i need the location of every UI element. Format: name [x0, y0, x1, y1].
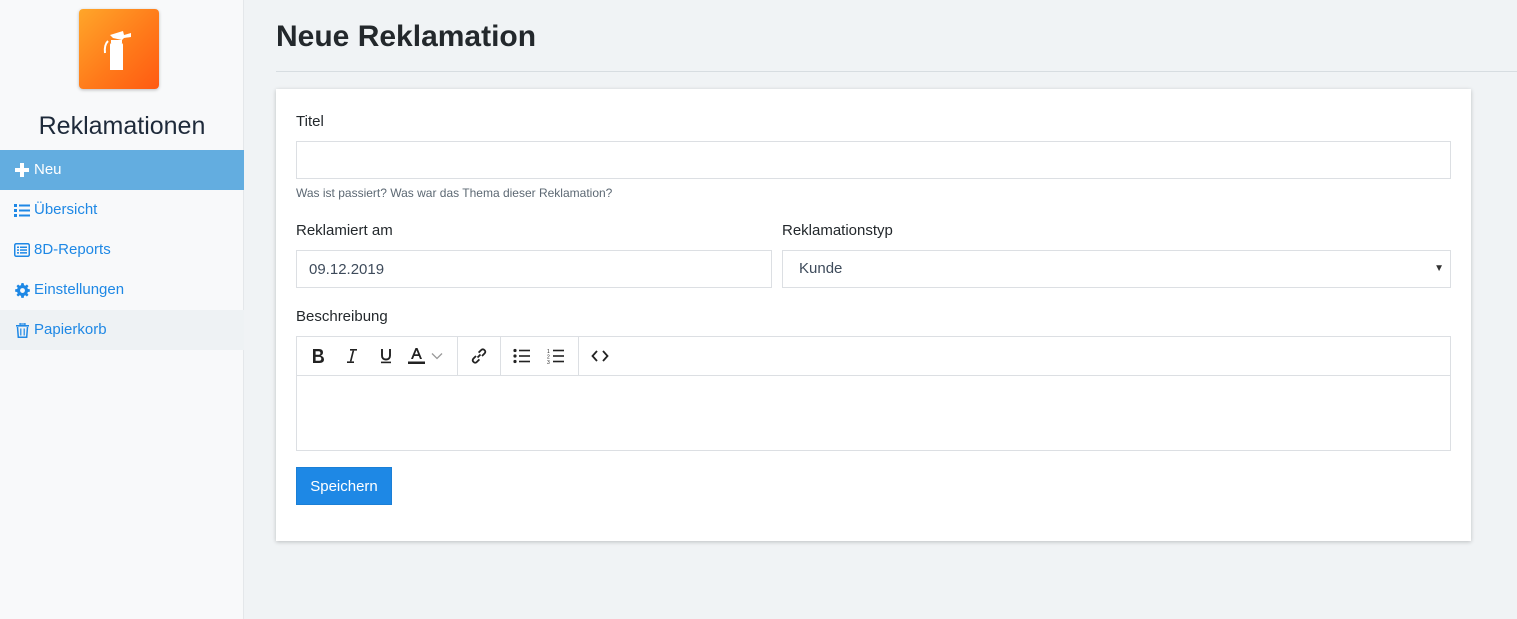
link-icon: [471, 348, 487, 364]
sidebar-item-label: 8D-Reports: [34, 241, 111, 258]
title-label: Titel: [296, 113, 324, 130]
title-divider: [276, 71, 1517, 72]
svg-text:3: 3: [547, 360, 550, 364]
bullet-list-icon: [513, 348, 530, 364]
sidebar-item-uebersicht[interactable]: Übersicht: [0, 190, 244, 230]
sidebar-item-einstellungen[interactable]: Einstellungen: [0, 270, 244, 310]
list-icon: [14, 202, 30, 218]
underline-icon: [381, 349, 391, 364]
save-button[interactable]: Speichern: [296, 467, 392, 505]
app-title: Reklamationen: [38, 112, 206, 140]
numbered-list-button[interactable]: 123: [544, 344, 568, 368]
font-color-button[interactable]: [407, 344, 451, 368]
editor-toolbar: 123: [297, 337, 1450, 376]
font-color-icon: [408, 348, 425, 364]
code-view-button[interactable]: [588, 344, 612, 368]
type-select[interactable]: Kunde ▼: [782, 250, 1451, 288]
list-alt-icon: [14, 242, 30, 258]
description-label: Beschreibung: [296, 308, 388, 325]
italic-button[interactable]: [340, 344, 364, 368]
sidebar-item-8d-reports[interactable]: 8D-Reports: [0, 230, 244, 270]
link-button[interactable]: [467, 344, 491, 368]
italic-icon: [347, 349, 357, 363]
toolbar-separator: [578, 337, 579, 375]
type-label: Reklamationstyp: [782, 222, 893, 239]
app-logo[interactable]: [79, 9, 159, 89]
bullet-list-button[interactable]: [510, 344, 534, 368]
date-input[interactable]: [296, 250, 772, 288]
sidebar-item-neu[interactable]: Neu: [0, 150, 244, 190]
bold-icon: [313, 349, 324, 363]
sidebar-item-label: Neu: [34, 161, 62, 178]
gear-icon: [14, 282, 30, 298]
title-help-text: Was ist passiert? Was war das Thema dies…: [296, 186, 613, 200]
trash-icon: [14, 322, 30, 338]
sidebar-item-label: Einstellungen: [34, 281, 125, 298]
page-title: Neue Reklamation: [276, 20, 537, 53]
complaint-form-card: Titel Was ist passiert? Was war das Them…: [276, 89, 1471, 541]
sidebar-item-papierkorb[interactable]: Papierkorb: [0, 310, 244, 350]
toolbar-separator: [500, 337, 501, 375]
sidebar: Reklamationen Neu Übersicht 8D-Reports E…: [0, 0, 244, 619]
numbered-list-icon: 123: [547, 349, 564, 364]
rich-text-editor: 123: [296, 336, 1451, 451]
code-view-icon: [591, 350, 609, 362]
date-label: Reklamiert am: [296, 222, 393, 239]
editor-content-area[interactable]: [297, 376, 1450, 450]
bold-button[interactable]: [306, 344, 330, 368]
toolbar-separator: [457, 337, 458, 375]
sidebar-item-label: Übersicht: [34, 201, 98, 218]
sidebar-item-label: Papierkorb: [34, 321, 107, 338]
caret-down-icon: ▼: [1434, 263, 1444, 274]
underline-button[interactable]: [374, 344, 398, 368]
plus-icon: [14, 162, 30, 178]
sidebar-nav: Neu Übersicht 8D-Reports Einstellungen P…: [0, 150, 244, 350]
type-select-value: Kunde: [799, 260, 843, 277]
title-input[interactable]: [296, 141, 1451, 179]
chevron-down-icon: [431, 353, 443, 360]
fire-extinguisher-icon: [103, 31, 131, 70]
